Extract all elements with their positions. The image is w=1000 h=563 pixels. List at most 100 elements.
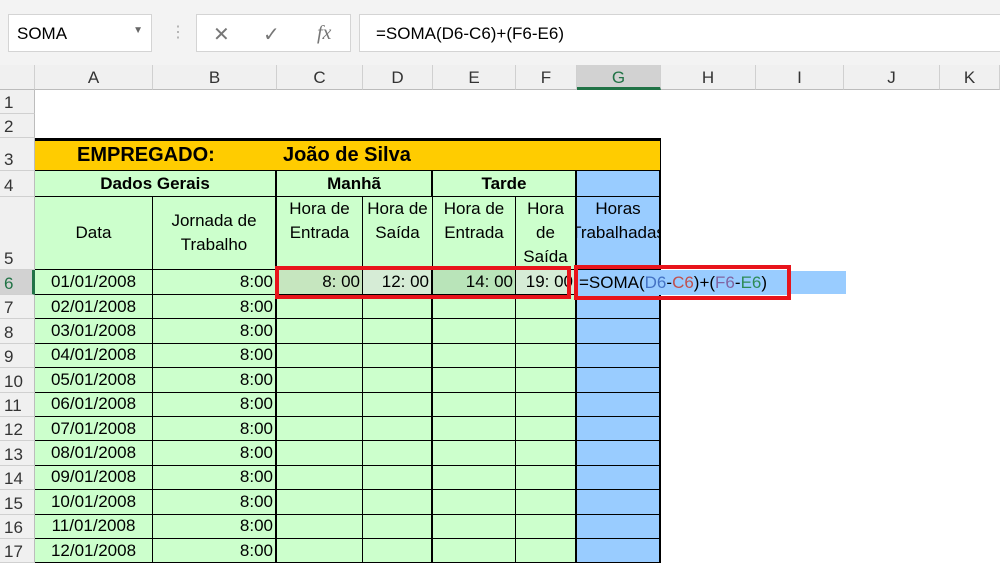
cell-jornada[interactable]: 8:00 [153, 539, 277, 563]
column-header-F[interactable]: F [516, 65, 577, 90]
cell-F15[interactable] [516, 490, 577, 515]
row-header-9[interactable]: 9 [0, 343, 35, 369]
cell-jornada[interactable]: 8:00 [153, 465, 277, 491]
cell-D8[interactable] [363, 319, 433, 344]
cell-G13[interactable] [577, 441, 661, 466]
column-header-I[interactable]: I [756, 65, 844, 90]
cell-D9[interactable] [363, 343, 433, 369]
cell-date[interactable]: 12/01/2008 [35, 539, 153, 563]
column-header-C[interactable]: C [277, 65, 363, 90]
cell-F12[interactable] [516, 417, 577, 442]
cell-jornada[interactable]: 8:00 [153, 319, 277, 344]
row-header-8[interactable]: 8 [0, 319, 35, 344]
row-header-5[interactable]: 5 [0, 197, 35, 270]
row-header-12[interactable]: 12 [0, 417, 35, 442]
cell-date[interactable]: 03/01/2008 [35, 319, 153, 344]
cell-G16[interactable] [577, 514, 661, 539]
cell-C8[interactable] [277, 319, 363, 344]
cell-F16[interactable] [516, 514, 577, 539]
cell-D10[interactable] [363, 368, 433, 393]
row-header-2[interactable]: 2 [0, 114, 35, 138]
cell-jornada[interactable]: 8:00 [153, 343, 277, 369]
cell-C14[interactable] [277, 465, 363, 491]
row-header-13[interactable]: 13 [0, 441, 35, 466]
cell-D14[interactable] [363, 465, 433, 491]
cell-date[interactable]: 06/01/2008 [35, 392, 153, 417]
fx-icon[interactable]: fx [317, 22, 331, 45]
cell-G9[interactable] [577, 343, 661, 369]
cell-G8[interactable] [577, 319, 661, 344]
cell-E8[interactable] [433, 319, 516, 344]
cell-C12[interactable] [277, 417, 363, 442]
cell-E12[interactable] [433, 417, 516, 442]
cell-date[interactable]: 11/01/2008 [35, 514, 153, 539]
formula-input[interactable]: =SOMA(D6-C6)+(F6-E6) [359, 14, 1000, 52]
cell-G12[interactable] [577, 417, 661, 442]
select-all-corner[interactable] [0, 65, 35, 90]
cell-date[interactable]: 08/01/2008 [35, 441, 153, 466]
cell-F10[interactable] [516, 368, 577, 393]
row-header-6[interactable]: 6 [0, 270, 35, 295]
column-header-J[interactable]: J [844, 65, 940, 90]
cell-E17[interactable] [433, 539, 516, 563]
cell-D11[interactable] [363, 392, 433, 417]
cell-G15[interactable] [577, 490, 661, 515]
chevron-down-icon[interactable]: ▼ [133, 25, 143, 36]
column-header-D[interactable]: D [363, 65, 433, 90]
name-box[interactable]: SOMA ▼ [8, 14, 152, 52]
cell-jornada[interactable]: 8:00 [153, 441, 277, 466]
cell-G17[interactable] [577, 539, 661, 563]
cell-jornada[interactable]: 8:00 [153, 368, 277, 393]
cell-C16[interactable] [277, 514, 363, 539]
cell-D13[interactable] [363, 441, 433, 466]
column-header-B[interactable]: B [153, 65, 277, 90]
cell-D12[interactable] [363, 417, 433, 442]
cell-jornada[interactable]: 8:00 [153, 490, 277, 515]
cell-C9[interactable] [277, 343, 363, 369]
cell-jornada[interactable]: 8:00 [153, 295, 277, 320]
cell-C11[interactable] [277, 392, 363, 417]
cell-date[interactable]: 09/01/2008 [35, 465, 153, 491]
row-header-15[interactable]: 15 [0, 490, 35, 515]
row-header-1[interactable]: 1 [0, 90, 35, 114]
cell-date[interactable]: 05/01/2008 [35, 368, 153, 393]
column-header-K[interactable]: K [940, 65, 1000, 90]
cell-E11[interactable] [433, 392, 516, 417]
cell-E13[interactable] [433, 441, 516, 466]
row-header-14[interactable]: 14 [0, 465, 35, 491]
row-header-4[interactable]: 4 [0, 171, 35, 197]
cell-jornada[interactable]: 8:00 [153, 417, 277, 442]
column-header-E[interactable]: E [433, 65, 516, 90]
cell-jornada[interactable]: 8:00 [153, 514, 277, 539]
cell-date[interactable]: 04/01/2008 [35, 343, 153, 369]
cell-D15[interactable] [363, 490, 433, 515]
cancel-icon[interactable]: ✕ [213, 22, 230, 47]
cell-jornada[interactable]: 8:00 [153, 270, 277, 295]
cell-date[interactable]: 07/01/2008 [35, 417, 153, 442]
cell-jornada[interactable]: 8:00 [153, 392, 277, 417]
row-header-3[interactable]: 3 [0, 138, 35, 171]
cell-date[interactable]: 02/01/2008 [35, 295, 153, 320]
cell-G14[interactable] [577, 465, 661, 491]
cell-date[interactable]: 10/01/2008 [35, 490, 153, 515]
cell-C13[interactable] [277, 441, 363, 466]
row-header-16[interactable]: 16 [0, 514, 35, 539]
cell-G10[interactable] [577, 368, 661, 393]
cell-F11[interactable] [516, 392, 577, 417]
enter-icon[interactable]: ✓ [263, 22, 280, 47]
cell-C10[interactable] [277, 368, 363, 393]
cell-date[interactable]: 01/01/2008 [35, 270, 153, 295]
cell-F9[interactable] [516, 343, 577, 369]
row-header-17[interactable]: 17 [0, 539, 35, 563]
column-header-H[interactable]: H [661, 65, 756, 90]
cell-E9[interactable] [433, 343, 516, 369]
row-header-7[interactable]: 7 [0, 295, 35, 320]
cell-E14[interactable] [433, 465, 516, 491]
column-header-G[interactable]: G [577, 65, 661, 90]
cell-C17[interactable] [277, 539, 363, 563]
cell-E10[interactable] [433, 368, 516, 393]
row-header-11[interactable]: 11 [0, 392, 35, 417]
column-header-A[interactable]: A [35, 65, 153, 90]
cell-E15[interactable] [433, 490, 516, 515]
cell-F13[interactable] [516, 441, 577, 466]
